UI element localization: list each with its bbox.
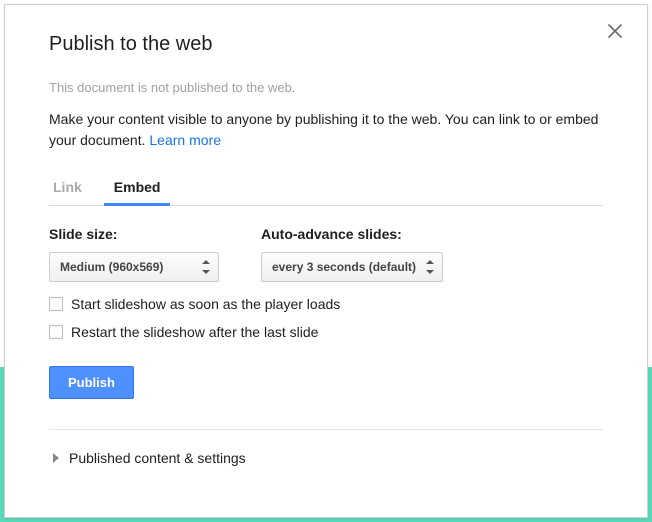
publish-status: This document is not published to the we… [49, 80, 603, 95]
tabs-container: Link Embed [49, 171, 603, 206]
tab-link[interactable]: Link [49, 171, 86, 205]
close-button[interactable] [603, 19, 627, 43]
autostart-label: Start slideshow as soon as the player lo… [71, 296, 340, 312]
triangle-right-icon [53, 453, 59, 463]
learn-more-link[interactable]: Learn more [149, 132, 221, 148]
description-text: Make your content visible to anyone by p… [49, 111, 598, 148]
slide-size-group: Slide size: Medium (960x569) [49, 226, 219, 282]
updown-arrows-icon [426, 260, 434, 274]
divider [49, 429, 603, 430]
slide-size-select[interactable]: Medium (960x569) [49, 252, 219, 282]
publish-dialog: Publish to the web This document is not … [4, 4, 648, 518]
restart-checkbox[interactable] [49, 325, 63, 339]
controls-row: Slide size: Medium (960x569) Auto-advanc… [49, 226, 603, 282]
settings-expander[interactable]: Published content & settings [49, 450, 603, 466]
updown-arrows-icon [202, 260, 210, 274]
publish-button[interactable]: Publish [49, 366, 134, 399]
expander-label: Published content & settings [69, 450, 246, 466]
restart-row: Restart the slideshow after the last sli… [49, 324, 603, 340]
restart-label: Restart the slideshow after the last sli… [71, 324, 318, 340]
dialog-title: Publish to the web [49, 33, 603, 56]
slide-size-label: Slide size: [49, 226, 219, 242]
auto-advance-value: every 3 seconds (default) [272, 260, 416, 274]
auto-advance-label: Auto-advance slides: [261, 226, 443, 242]
slide-size-value: Medium (960x569) [60, 260, 163, 274]
autostart-row: Start slideshow as soon as the player lo… [49, 296, 603, 312]
auto-advance-select[interactable]: every 3 seconds (default) [261, 252, 443, 282]
dialog-description: Make your content visible to anyone by p… [49, 109, 603, 151]
tab-embed[interactable]: Embed [110, 171, 165, 205]
auto-advance-group: Auto-advance slides: every 3 seconds (de… [261, 226, 443, 282]
autostart-checkbox[interactable] [49, 297, 63, 311]
close-icon [608, 24, 622, 38]
